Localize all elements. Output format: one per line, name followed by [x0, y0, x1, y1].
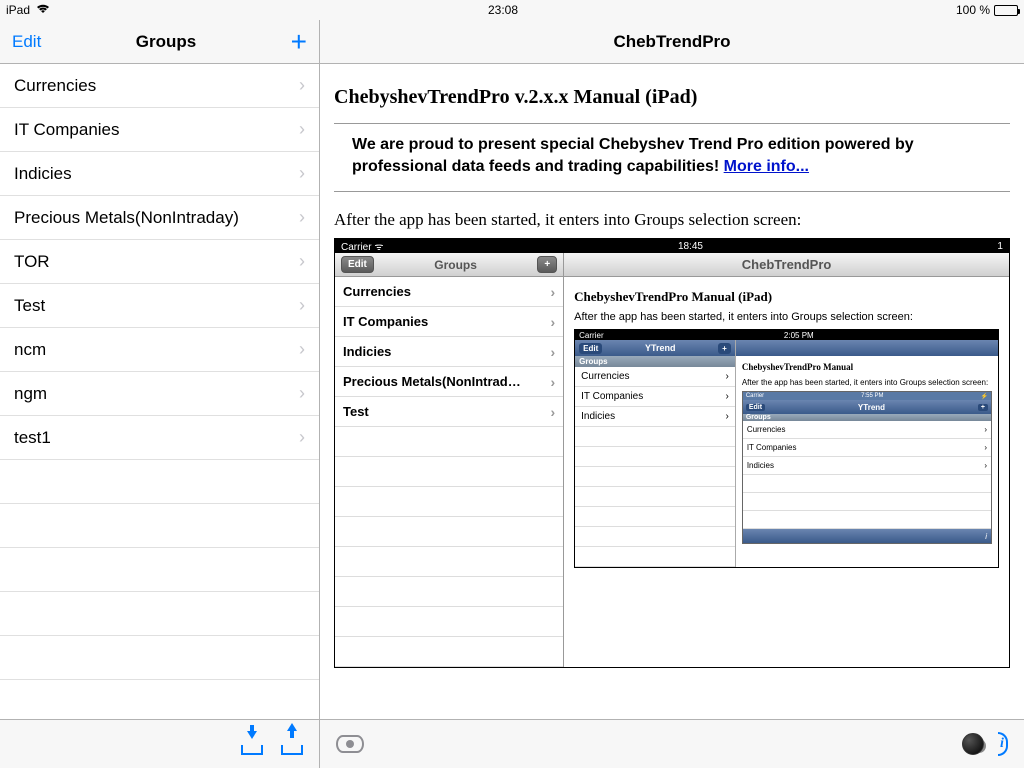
list-item-label: ngm	[14, 384, 47, 404]
empty-row	[0, 592, 319, 636]
download-icon[interactable]	[241, 733, 263, 755]
toolbar-right: i	[320, 720, 1024, 768]
split-view: Edit Groups + Currencies › IT Companies › …	[0, 20, 1024, 720]
edit-button[interactable]: Edit	[12, 32, 41, 52]
empty-row	[0, 504, 319, 548]
list-item-label: Currencies	[14, 76, 96, 96]
toolbar-left	[0, 720, 320, 768]
chevron-right-icon: ›	[299, 163, 305, 184]
manual-heading: ChebyshevTrendPro v.2.x.x Manual (iPad)	[334, 86, 1010, 109]
list-item[interactable]: ngm ›	[0, 372, 319, 416]
list-item-label: Precious Metals(NonIntraday)	[14, 208, 239, 228]
empty-row	[0, 548, 319, 592]
chevron-right-icon: ›	[299, 207, 305, 228]
empty-row	[0, 680, 319, 719]
chevron-right-icon: ›	[299, 295, 305, 316]
list-item[interactable]: IT Companies ›	[0, 108, 319, 152]
eye-icon[interactable]	[336, 735, 364, 753]
list-item[interactable]: test1 ›	[0, 416, 319, 460]
list-item[interactable]: Precious Metals(NonIntraday) ›	[0, 196, 319, 240]
list-item-label: TOR	[14, 252, 50, 272]
list-item[interactable]: Test ›	[0, 284, 319, 328]
chevron-right-icon: ›	[299, 339, 305, 360]
toolbar: i	[0, 720, 1024, 768]
detail-pane: ChebTrendPro ChebyshevTrendPro v.2.x.x M…	[320, 20, 1024, 719]
intro-text: After the app has been started, it enter…	[334, 210, 1010, 230]
chevron-right-icon: ›	[299, 383, 305, 404]
more-info-link[interactable]: More info...	[724, 158, 809, 175]
upload-icon[interactable]	[281, 733, 303, 755]
add-button[interactable]: +	[291, 28, 307, 56]
master-title: Groups	[41, 32, 290, 52]
detail-title: ChebTrendPro	[320, 20, 1024, 64]
list-item[interactable]: Indicies ›	[0, 152, 319, 196]
status-bar: iPad 23:08 100 %	[0, 0, 1024, 20]
embedded-screenshot: Carrier ᯤ 18:45 1 Edit Groups + Currenci…	[334, 238, 1010, 668]
master-navbar: Edit Groups +	[0, 20, 319, 64]
empty-row	[0, 460, 319, 504]
divider	[334, 123, 1010, 124]
chevron-right-icon: ›	[299, 119, 305, 140]
detail-content[interactable]: ChebyshevTrendPro v.2.x.x Manual (iPad) …	[320, 64, 1024, 719]
list-item-label: IT Companies	[14, 120, 120, 140]
list-item[interactable]: Currencies ›	[0, 64, 319, 108]
list-item-label: test1	[14, 428, 51, 448]
battery-text: 100 %	[956, 3, 990, 17]
list-item[interactable]: TOR ›	[0, 240, 319, 284]
status-time: 23:08	[488, 3, 518, 17]
empty-row	[0, 636, 319, 680]
battery-icon	[994, 5, 1018, 16]
list-item-label: ncm	[14, 340, 46, 360]
groups-list: Currencies › IT Companies › Indicies › Prec…	[0, 64, 319, 719]
promo-text: We are proud to present special Chebyshe…	[352, 134, 1000, 177]
master-pane: Edit Groups + Currencies › IT Companies › …	[0, 20, 320, 719]
chevron-right-icon: ›	[299, 427, 305, 448]
device-label: iPad	[6, 3, 30, 17]
chevron-right-icon: ›	[299, 75, 305, 96]
list-item-label: Test	[14, 296, 45, 316]
info-icon[interactable]: i	[998, 732, 1008, 756]
wifi-icon	[36, 3, 50, 17]
list-item[interactable]: ncm ›	[0, 328, 319, 372]
divider	[334, 191, 1010, 192]
globe-icon[interactable]	[962, 733, 984, 755]
list-item-label: Indicies	[14, 164, 72, 184]
chevron-right-icon: ›	[299, 251, 305, 272]
